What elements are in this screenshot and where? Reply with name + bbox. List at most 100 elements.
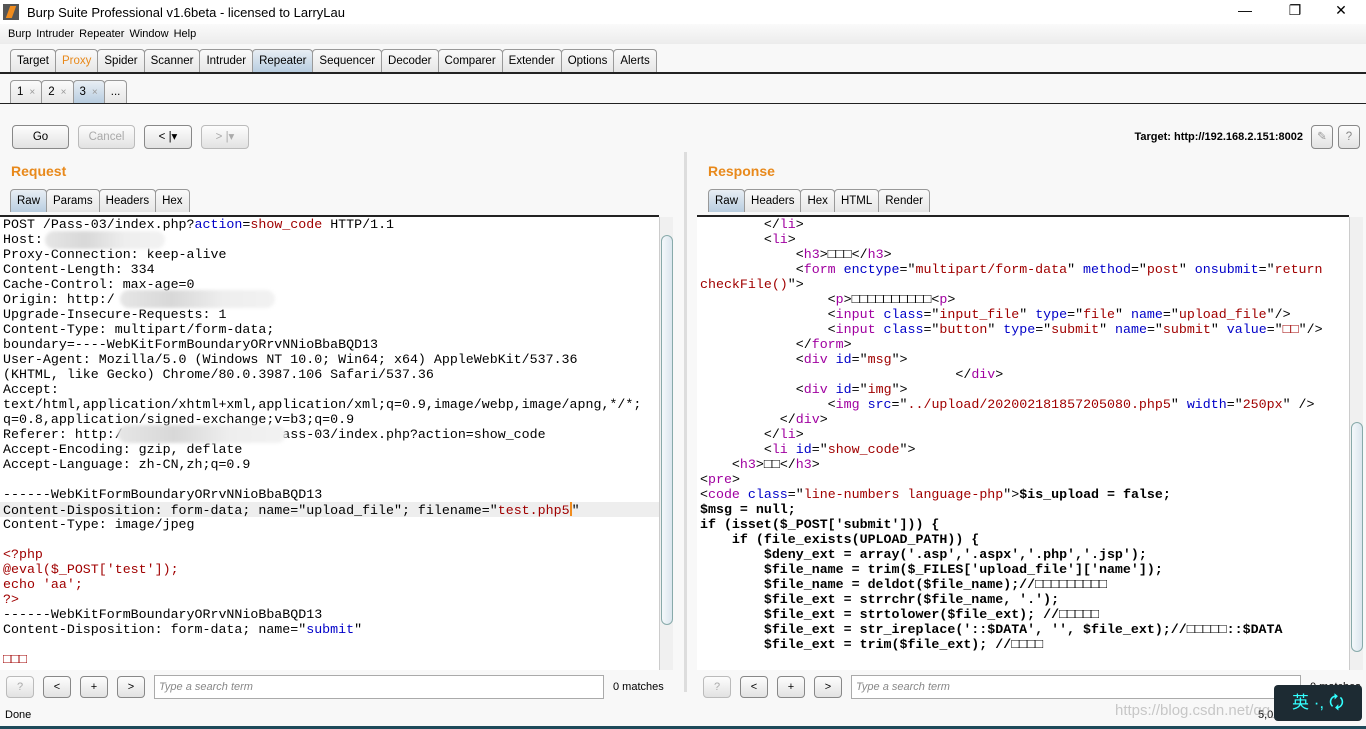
code-line: <input class="input_file" type="file" na… <box>697 307 1349 322</box>
tab-spider[interactable]: Spider <box>97 49 145 72</box>
tab-sequencer[interactable]: Sequencer <box>312 49 383 72</box>
redacted-referer <box>118 425 286 443</box>
tab-extender[interactable]: Extender <box>501 49 562 72</box>
close-icon[interactable]: × <box>29 87 35 98</box>
code-token: " <box>987 322 1004 337</box>
tab-proxy[interactable]: Proxy <box>54 49 99 72</box>
ime-indicator[interactable]: 英 ·, 🗘 <box>1274 685 1362 721</box>
code-token: "> <box>899 442 916 457</box>
request-search-next-button[interactable]: > <box>117 676 145 698</box>
code-token: img <box>835 397 860 412</box>
code-line: $deny_ext = array('.asp','.aspx','.php',… <box>697 547 1349 562</box>
code-token: boundary=----WebKitFormBoundaryORrvNNioB… <box>3 337 379 352</box>
code-line: <h3>□□□</h3> <box>697 247 1349 262</box>
repeater-tab-2[interactable]: 2 × <box>41 80 74 103</box>
menu-window[interactable]: Window <box>129 28 168 40</box>
menu-help[interactable]: Help <box>174 28 197 40</box>
minimize-button[interactable]: — <box>1230 2 1260 18</box>
request-scrollbar[interactable] <box>659 217 673 670</box>
response-search-help-button[interactable]: ? <box>703 676 731 698</box>
forward-button[interactable]: > |▾ <box>201 125 249 149</box>
code-token: h3 <box>795 457 812 472</box>
tab-comparer[interactable]: Comparer <box>437 49 503 72</box>
code-token: "> <box>891 382 908 397</box>
code-line: Cache-Control: max-age=0 <box>0 277 659 292</box>
code-token: type <box>1035 307 1068 322</box>
tab-intruder[interactable]: Intruder <box>199 49 254 72</box>
request-tab-hex[interactable]: Hex <box>155 189 190 212</box>
response-tab-hex[interactable]: Hex <box>800 189 835 212</box>
tab-repeater[interactable]: Repeater <box>252 49 314 72</box>
tab-decoder[interactable]: Decoder <box>381 49 439 72</box>
close-button[interactable]: ✕ <box>1326 2 1356 19</box>
code-token: div <box>803 382 828 397</box>
code-line: <h3>□□</h3> <box>697 457 1349 472</box>
code-token: p <box>835 292 844 307</box>
help-button[interactable]: ? <box>1338 125 1360 149</box>
response-search-add-button[interactable]: + <box>777 676 805 698</box>
request-search-previous-button[interactable]: < <box>43 676 71 698</box>
request-tab-headers[interactable]: Headers <box>98 189 157 212</box>
code-token: =" <box>899 262 916 277</box>
code-token: < <box>700 262 804 277</box>
menu-repeater[interactable]: Repeater <box>79 28 124 40</box>
menu-intruder[interactable]: Intruder <box>36 28 74 40</box>
pencil-icon: ✎ <box>1317 131 1327 143</box>
request-editor[interactable]: POST /Pass-03/index.php?action=show_code… <box>0 215 659 670</box>
tab-options[interactable]: Options <box>560 49 615 72</box>
go-button[interactable]: Go <box>12 125 69 149</box>
code-token: Content-Type: image/jpeg <box>3 517 195 532</box>
repeater-tab-4[interactable]: ... <box>103 80 128 103</box>
edit-target-button[interactable]: ✎ <box>1311 125 1333 149</box>
code-token: input <box>835 322 876 337</box>
code-token: User-Agent: Mozilla/5.0 (Windows NT 10.0… <box>3 352 578 367</box>
response-tab-headers[interactable]: Headers <box>744 189 802 212</box>
request-tab-raw[interactable]: Raw <box>10 189 48 212</box>
back-button[interactable]: < |▾ <box>144 125 192 149</box>
tab-scanner[interactable]: Scanner <box>143 49 201 72</box>
scroll-thumb[interactable] <box>1351 422 1363 652</box>
response-editor[interactable]: </li> <li> <h3>□□□</h3> <form enctype="m… <box>697 215 1349 670</box>
response-tab-raw[interactable]: Raw <box>708 189 746 212</box>
redacted-host <box>45 231 165 249</box>
code-token: ------WebKitFormBoundaryORrvNNioBbaBQD13 <box>3 487 323 502</box>
code-token: id <box>835 382 852 397</box>
request-search-help-button[interactable]: ? <box>6 676 34 698</box>
code-token: submit <box>306 622 355 637</box>
response-search-previous-button[interactable]: < <box>740 676 768 698</box>
maximize-button[interactable]: ❐ <box>1280 2 1310 19</box>
request-search-add-button[interactable]: + <box>80 676 108 698</box>
response-tab-render[interactable]: Render <box>878 189 930 212</box>
code-token: h3 <box>867 247 884 262</box>
response-tab-html[interactable]: HTML <box>833 189 880 212</box>
cancel-button[interactable]: Cancel <box>78 125 135 149</box>
request-tab-params[interactable]: Params <box>46 189 100 212</box>
close-icon[interactable]: × <box>61 87 67 98</box>
code-line: <p>□□□□□□□□□□<p> <box>697 292 1349 307</box>
repeater-tab-1[interactable]: 1 × <box>10 80 43 103</box>
code-line: <?php <box>0 547 659 562</box>
tab-target[interactable]: Target <box>10 49 56 72</box>
main-tabs: Target Proxy Spider Scanner Intruder Repeater… <box>10 49 657 72</box>
response-search-input[interactable] <box>851 675 1301 699</box>
code-token: class <box>883 307 924 322</box>
tab-label: ... <box>110 86 121 98</box>
code-token: return <box>1274 262 1323 277</box>
close-icon[interactable]: × <box>92 87 98 98</box>
repeater-tab-3[interactable]: 3 × <box>72 80 105 103</box>
code-token: Accept: <box>3 382 59 397</box>
code-token: > <box>843 337 852 352</box>
menu-burp[interactable]: Burp <box>8 28 31 40</box>
scroll-thumb[interactable] <box>661 235 673 625</box>
code-token: Accept-Language: zh-CN,zh;q=0.9 <box>3 457 251 472</box>
code-token: echo 'aa'; <box>3 577 83 592</box>
response-search-next-button[interactable]: > <box>814 676 842 698</box>
code-line: <input class="button" type="submit" name… <box>697 322 1349 337</box>
response-scrollbar[interactable] <box>1349 217 1363 670</box>
code-line: Accept-Encoding: gzip, deflate <box>0 442 659 457</box>
tab-alerts[interactable]: Alerts <box>613 49 657 72</box>
split-pane-divider[interactable] <box>684 152 687 692</box>
request-search-input[interactable] <box>154 675 604 699</box>
